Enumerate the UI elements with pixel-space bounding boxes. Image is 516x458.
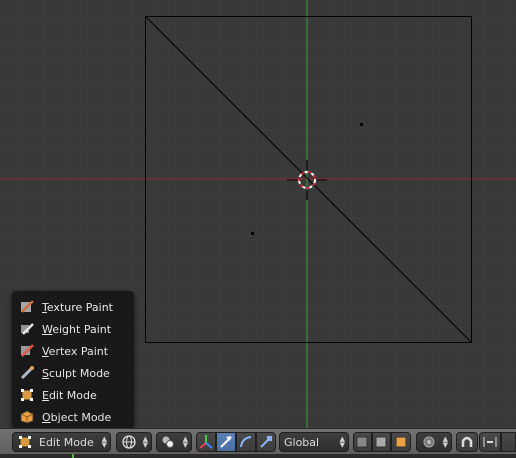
edit-mode-icon	[18, 435, 32, 449]
rotate-icon	[240, 436, 252, 448]
vertex-select-icon	[356, 436, 368, 448]
updown-arrows-icon: ▲ ▼	[182, 435, 188, 449]
globe-icon	[122, 435, 136, 449]
move-icon	[220, 436, 232, 448]
updown-arrows-icon: ▲ ▼	[142, 435, 148, 449]
edge-select-toggle[interactable]	[372, 432, 391, 452]
vertex-dot[interactable]	[360, 123, 363, 126]
3d-view-header: Edit Mode ▲ ▼ ▲ ▼ ▲ ▼ Global ▲ ▼ ▲ ▼	[0, 428, 516, 455]
menu-item-weight-paint[interactable]: Weight Paint	[12, 318, 134, 340]
vertex-dot[interactable]	[251, 232, 254, 235]
snap-increment-icon	[483, 437, 497, 447]
vertex-select-toggle[interactable]	[353, 432, 372, 452]
translate-manipulator-icon	[199, 435, 213, 449]
move-tool-toggle[interactable]	[216, 432, 236, 452]
menu-item-edit-mode[interactable]: Edit Mode	[12, 384, 134, 406]
scale-icon	[260, 436, 272, 448]
proportional-edit-icon	[422, 435, 436, 449]
pivot-icon	[161, 435, 175, 449]
transform-orientation-selector[interactable]: Global ▲ ▼	[279, 432, 349, 452]
snap-element-selector[interactable]	[479, 432, 501, 452]
snap-target-selector[interactable]	[501, 432, 516, 452]
weight-paint-icon	[20, 322, 34, 336]
edge-select-icon	[375, 436, 387, 448]
updown-arrows-icon: ▲ ▼	[442, 435, 448, 449]
mode-selector-value: Edit Mode	[39, 435, 94, 449]
edit-mode-icon	[20, 388, 34, 402]
viewport-shading-selector[interactable]: ▲ ▼	[116, 432, 152, 452]
mode-selector[interactable]: Edit Mode ▲ ▼	[12, 432, 111, 452]
menu-item-texture-paint[interactable]: Texture Paint	[12, 296, 134, 318]
vertex-paint-icon	[20, 344, 34, 358]
proportional-edit-selector[interactable]: ▲ ▼	[416, 432, 452, 452]
timeline-marker	[72, 454, 74, 458]
face-select-icon	[395, 436, 407, 448]
menu-item-object-mode[interactable]: Object Mode	[12, 406, 134, 428]
object-mode-icon	[20, 410, 34, 424]
snap-toggle[interactable]	[456, 432, 478, 452]
menu-item-sculpt-mode[interactable]: Sculpt Mode	[12, 362, 134, 384]
face-select-toggle[interactable]	[391, 432, 411, 452]
orientation-value: Global	[284, 435, 320, 449]
pivot-point-selector[interactable]: ▲ ▼	[156, 432, 192, 452]
scale-tool-toggle[interactable]	[256, 432, 276, 452]
status-strip	[0, 454, 516, 458]
translate-manipulator-toggle[interactable]	[196, 432, 216, 452]
rotate-tool-toggle[interactable]	[236, 432, 256, 452]
snap-magnet-icon	[461, 436, 473, 447]
updown-arrows-icon: ▲ ▼	[101, 435, 107, 449]
mode-menu: Texture Paint Weight Paint Vertex Paint …	[12, 291, 134, 429]
updown-arrows-icon: ▲ ▼	[339, 435, 345, 449]
menu-item-vertex-paint[interactable]: Vertex Paint	[12, 340, 134, 362]
sculpt-mode-icon	[20, 366, 34, 380]
texture-paint-icon	[20, 300, 34, 314]
